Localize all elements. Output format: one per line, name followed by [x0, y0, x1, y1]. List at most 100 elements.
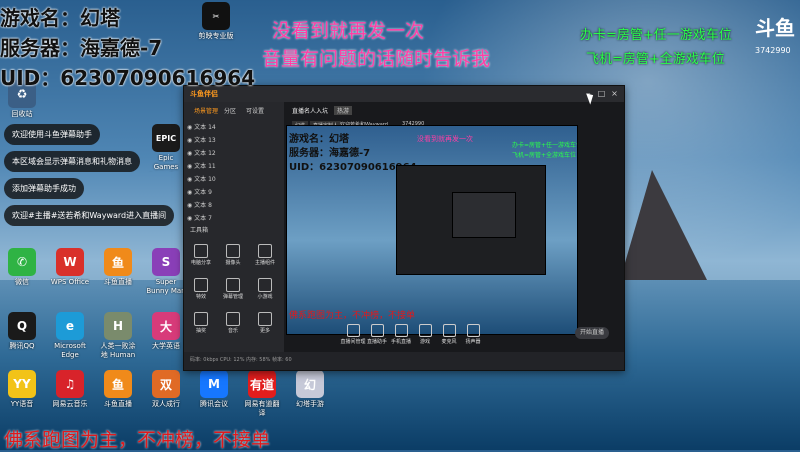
desktop-icon[interactable]: S Super Bunny Man: [146, 248, 186, 296]
scene-label: 文本 7: [194, 215, 212, 222]
desktop-icon-label: YY语音: [10, 400, 34, 408]
scene-item[interactable]: ◉ 文本 8: [187, 200, 281, 210]
overlay-uid: UID：62307090616964: [0, 66, 256, 90]
bottom-tool-button[interactable]: 直播间管理: [340, 324, 366, 345]
tool-button[interactable]: 小游戏: [254, 278, 276, 300]
desktop-icon-label: 幻塔手游: [296, 400, 324, 408]
desktop-icon[interactable]: ✆ 微信: [2, 248, 42, 296]
scene-label: 文本 12: [194, 150, 216, 157]
preview-server-line: 服务器：海嘉德-7: [289, 148, 371, 159]
desktop-icon[interactable]: ✂ 剪映专业版: [196, 2, 236, 50]
desktop-icon[interactable]: 双双人成行: [146, 370, 186, 418]
tool-button[interactable]: 更多: [254, 312, 276, 334]
toolbox-title: 工具箱: [190, 227, 209, 234]
desktop-icon[interactable]: Q 腾讯QQ: [2, 312, 42, 360]
tool-label: 小游戏: [257, 294, 273, 300]
left-panel: 场景管理 分区 可设置 ◉ 文本 14 ◉ 文本 13 ◉ 文本 12 ◉ 文本 11…: [184, 102, 284, 352]
preview-green-line: 办卡=房管+任一游戏车位: [512, 142, 578, 149]
bottom-tool-label: 扬声器: [465, 339, 481, 345]
tool-button[interactable]: 特效: [190, 278, 212, 300]
scene-label: 文本 10: [194, 176, 216, 183]
tool-button[interactable]: 电脑分享: [190, 244, 212, 266]
desktop-icon-label: 剪映专业版: [198, 32, 234, 40]
desktop-icon[interactable]: e Microsoft Edge: [50, 312, 90, 360]
helper-message: 欢迎#主播#送若希和Wayward进入直播间: [4, 205, 175, 226]
tab-hotgames[interactable]: 热游: [334, 106, 353, 115]
douyu-logo: 斗鱼: [755, 18, 795, 40]
tool-icon: [194, 278, 208, 292]
desktop-icon[interactable]: H 人类一败涂地 Human Fa...: [98, 312, 138, 360]
tool-button[interactable]: 音乐: [222, 312, 244, 334]
app-icon: 双: [152, 370, 180, 398]
overlay-green-2: 飞机=房管+全游戏车位: [586, 52, 725, 67]
app-icon: e: [56, 312, 84, 340]
tool-label: 电脑分享: [190, 260, 211, 266]
bottom-tool-label: 直播间管理: [340, 339, 366, 345]
scene-item[interactable]: ◉ 文本 14: [187, 122, 281, 132]
tool-icon: [258, 278, 272, 292]
tool-button[interactable]: 抽奖: [190, 312, 212, 334]
scene-item[interactable]: ◉ 文本 13: [187, 135, 281, 145]
tool-icon: [466, 324, 480, 337]
tool-icon: [370, 324, 384, 337]
desktop-icon[interactable]: 大大学英语: [146, 312, 186, 360]
tab-live[interactable]: 直播名人入坑: [292, 106, 328, 115]
scene-item[interactable]: ◉ 文本 12: [187, 148, 281, 158]
maximize-icon[interactable]: □: [597, 89, 606, 98]
tool-icon: [394, 324, 408, 337]
overlay-green-1: 办卡=房管+任一游戏车位: [580, 28, 732, 43]
overlay-game: 游戏名：幻塔: [0, 6, 120, 30]
desktop-icon[interactable]: 鱼斗鱼直播: [98, 248, 138, 296]
desktop-icon-label: 腾讯会议: [200, 400, 228, 408]
room-number: 3742990: [755, 46, 791, 55]
bottom-tool-button[interactable]: 麦克风: [436, 324, 462, 345]
preview-game-line: 游戏名：幻塔: [289, 134, 349, 145]
tab-settings[interactable]: 可设置: [246, 106, 264, 115]
desktop-icon[interactable]: 幻幻塔手游: [290, 370, 330, 418]
desktop-icon-label: 腾讯QQ: [9, 342, 35, 350]
bottom-tool-button[interactable]: 直播助手: [364, 324, 390, 345]
scene-item[interactable]: ◉ 文本 7: [187, 213, 281, 223]
app-icon: EPIC: [152, 124, 180, 152]
overlay-pink-2: 音量有问题的话随时告诉我: [262, 48, 491, 70]
desktop-icon-label: 斗鱼直播: [104, 400, 132, 408]
desktop-icon-label: Super Bunny Man: [146, 278, 186, 295]
bottom-tool-button[interactable]: 游戏: [412, 324, 438, 345]
desktop-icon[interactable]: ♫ 网易云音乐: [50, 370, 90, 418]
close-icon[interactable]: ×: [610, 89, 619, 98]
desktop-icon-label: 微信: [15, 278, 29, 286]
bottom-tool-button[interactable]: 手机直播: [388, 324, 414, 345]
desktop-icon-label: 网易云音乐: [52, 400, 88, 408]
tab-partition[interactable]: 分区: [224, 106, 236, 115]
scene-label: 文本 13: [194, 137, 216, 144]
desktop-icon-label: 网易有道翻译: [244, 400, 280, 417]
app-icon: H: [104, 312, 132, 340]
start-live-button[interactable]: 开始直播: [575, 327, 609, 339]
tool-label: 摄像头: [225, 260, 241, 266]
rock: [620, 170, 707, 280]
app-icon: ✂: [202, 2, 230, 30]
scene-item[interactable]: ◉ 文本 11: [187, 161, 281, 171]
helper-message: 欢迎使用斗鱼弹幕助手: [4, 124, 100, 145]
bottom-tool-button[interactable]: 扬声器: [460, 324, 486, 345]
tab-scenes[interactable]: 场景管理: [194, 106, 218, 115]
tool-button[interactable]: 主播组件: [254, 244, 276, 266]
tool-button[interactable]: 摄像头: [222, 244, 244, 266]
desktop-icon[interactable]: 鱼斗鱼直播: [98, 370, 138, 418]
desktop-icon-label: WPS Office: [50, 278, 90, 286]
helper-message: 本区域会显示弹幕消息和礼物消息: [4, 151, 140, 172]
desktop-icon-label: 大学英语: [152, 342, 180, 350]
scene-item[interactable]: ◉ 文本 10: [187, 174, 281, 184]
bottom-tool-label: 手机直播: [390, 339, 411, 345]
app-icon: Q: [8, 312, 36, 340]
desktop-icon[interactable]: EPIC Epic Games Launcher: [146, 124, 186, 172]
desktop-icon[interactable]: W WPS Office: [50, 248, 90, 296]
bottom-tool-label: 麦克风: [441, 339, 457, 345]
desktop-icon[interactable]: 有道 网易有道翻译: [242, 370, 282, 418]
desktop-icon[interactable]: YY YY语音: [2, 370, 42, 418]
desktop-icon[interactable]: M 腾讯会议: [194, 370, 234, 418]
app-icon: 大: [152, 312, 180, 340]
scene-item[interactable]: ◉ 文本 9: [187, 187, 281, 197]
tool-button[interactable]: 弹幕管理: [222, 278, 244, 300]
scene-label: 文本 9: [194, 189, 212, 196]
